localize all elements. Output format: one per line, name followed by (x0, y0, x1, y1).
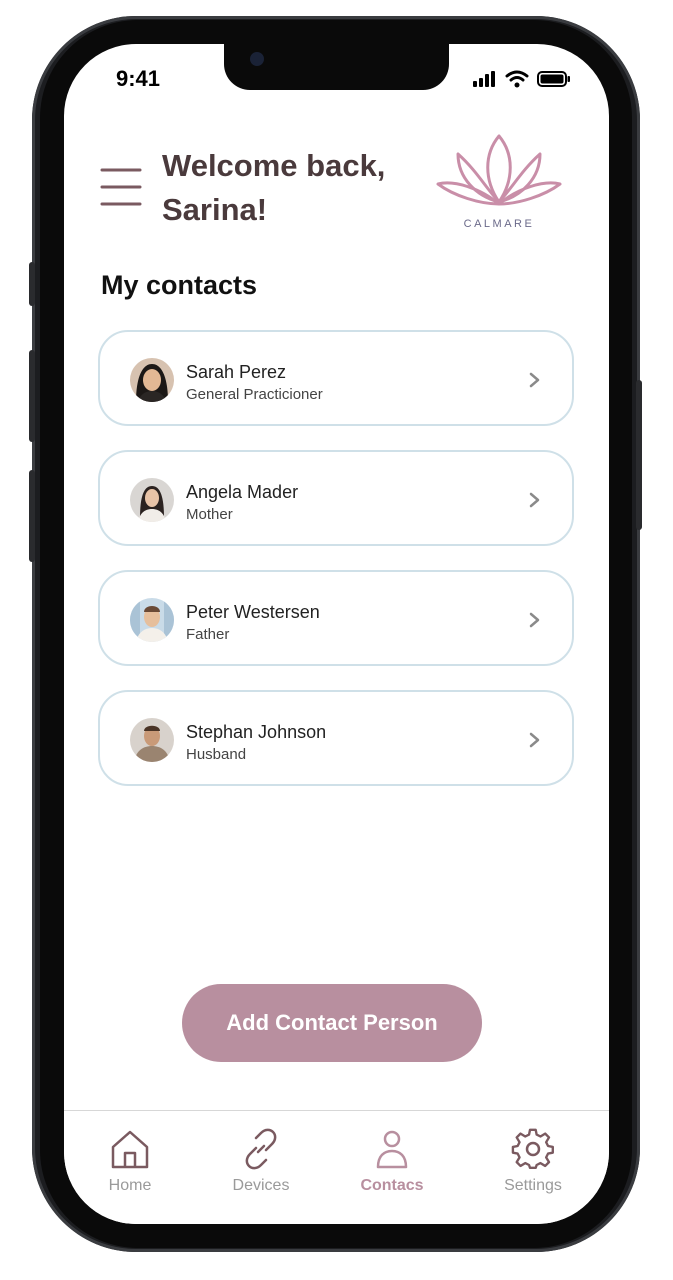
avatar (130, 358, 174, 402)
contact-name: Angela Mader (186, 482, 299, 502)
bottom-tab-bar: Home Devices Contacs Settings (64, 1110, 609, 1224)
calmare-logo: CALMARE (434, 132, 564, 236)
section-title: My contacts (101, 270, 258, 300)
add-contact-button[interactable]: Add Contact Person (182, 984, 482, 1062)
tab-label: Devices (232, 1177, 290, 1194)
avatar-portrait-icon (130, 358, 174, 402)
avatar (130, 598, 174, 642)
signal-icon (473, 71, 495, 87)
avatar (130, 718, 174, 762)
logo-text: CALMARE (463, 218, 535, 230)
volume-down-button (29, 470, 35, 562)
tab-home[interactable]: Home (75, 1127, 185, 1195)
contact-card[interactable]: Peter Westersen Father (98, 570, 574, 666)
front-camera (250, 52, 264, 66)
tab-settings[interactable]: Settings (478, 1127, 588, 1195)
tab-contacts[interactable]: Contacs (337, 1127, 447, 1195)
mute-switch (29, 262, 35, 306)
contact-role: Father (186, 626, 230, 643)
battery-icon (537, 71, 570, 87)
contact-role: General Practicioner (186, 386, 323, 403)
tab-label: Home (108, 1177, 152, 1194)
contact-name: Stephan Johnson (186, 722, 327, 742)
status-time: 9:41 (116, 66, 161, 91)
tab-label: Settings (504, 1177, 562, 1194)
contact-name: Peter Westersen (186, 602, 320, 622)
home-icon (111, 1130, 149, 1169)
wifi-icon (505, 70, 529, 88)
contact-card[interactable]: Angela Mader Mother (98, 450, 574, 546)
lotus-icon (436, 134, 562, 206)
gear-icon (511, 1128, 554, 1170)
notch (224, 44, 449, 90)
contact-card[interactable]: Stephan Johnson Husband (98, 690, 574, 786)
link-icon (245, 1128, 277, 1170)
chevron-right-icon (529, 612, 540, 628)
avatar-portrait-icon (130, 718, 174, 762)
chevron-right-icon (529, 492, 540, 508)
menu-icon[interactable] (100, 166, 142, 208)
chevron-right-icon (529, 372, 540, 388)
tab-label: Contacs (360, 1177, 424, 1194)
avatar (130, 478, 174, 522)
tab-devices[interactable]: Devices (206, 1127, 316, 1195)
welcome-heading: Welcome back, Sarina! (162, 144, 432, 232)
chevron-right-icon (529, 732, 540, 748)
contact-role: Mother (186, 506, 233, 523)
contact-card[interactable]: Sarah Perez General Practicioner (98, 330, 574, 426)
volume-up-button (29, 350, 35, 442)
person-icon (376, 1130, 408, 1169)
avatar-portrait-icon (130, 598, 174, 642)
welcome-line-2: Sarina! (162, 192, 268, 227)
avatar-portrait-icon (130, 478, 174, 522)
power-button (636, 380, 642, 530)
status-icons (473, 70, 571, 88)
contact-name: Sarah Perez (186, 362, 287, 382)
welcome-line-1: Welcome back, (162, 148, 386, 183)
contact-role: Husband (186, 746, 247, 763)
app-screen: 9:41 Welcome back, Sarina! CALMARE My co… (64, 44, 609, 1224)
